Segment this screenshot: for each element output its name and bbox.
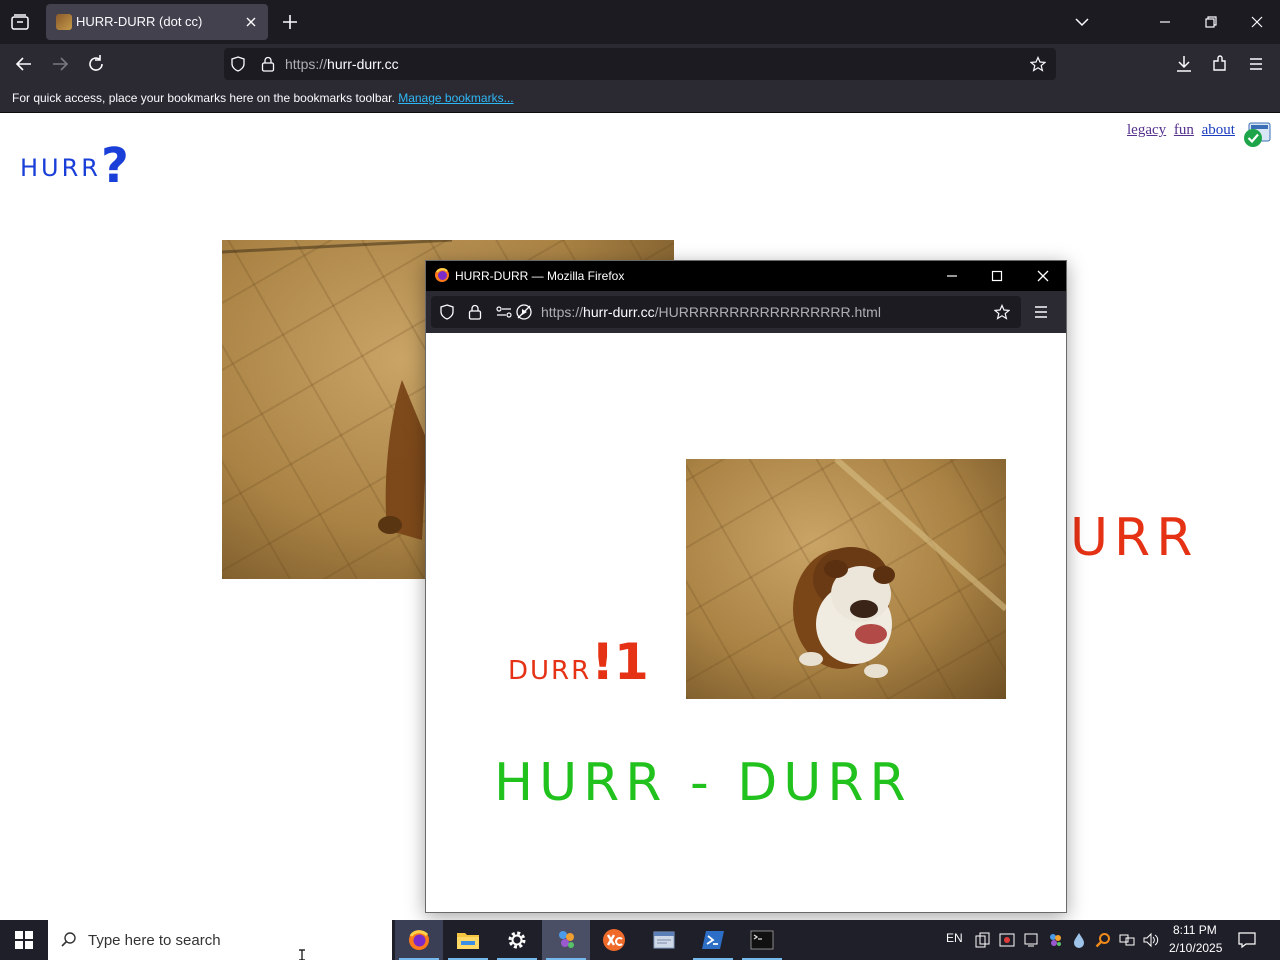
url-text[interactable]: https://hurr-durr.cc: [285, 56, 399, 72]
manage-bookmarks-link[interactable]: Manage bookmarks...: [398, 91, 513, 105]
bookmark-star-icon[interactable]: [1029, 56, 1047, 72]
permissions-icon[interactable]: [495, 304, 513, 320]
tab-title: HURR-DURR (dot cc): [76, 14, 203, 29]
bookmarks-hint: For quick access, place your bookmarks h…: [12, 91, 514, 105]
close-tab-icon[interactable]: [242, 13, 260, 31]
taskbar-settings-gear-icon[interactable]: [493, 920, 541, 960]
popup-url-bar[interactable]: https://hurr-durr.cc/HURRRRRRRRRRRRRRRRR…: [431, 296, 1021, 328]
text-cursor-icon: [298, 948, 306, 960]
tab-strip: HURR-DURR (dot cc): [0, 0, 1280, 44]
downloads-icon[interactable]: [1172, 52, 1196, 76]
taskbar-colorful-app-icon[interactable]: [542, 920, 590, 960]
tray-red-app-icon[interactable]: [999, 932, 1015, 948]
firefox-logo-icon: [434, 267, 450, 283]
hurr-durr-headline: HURR - DURR: [494, 753, 912, 813]
new-tab-button[interactable]: [278, 10, 302, 34]
browser-tab[interactable]: HURR-DURR (dot cc): [46, 4, 268, 40]
taskbar-powershell-icon[interactable]: [689, 920, 737, 960]
close-window-icon[interactable]: [1245, 10, 1269, 34]
volume-icon[interactable]: [1143, 932, 1159, 948]
popup-shield-icon[interactable]: [439, 304, 455, 320]
forward-arrow-icon[interactable]: [48, 52, 72, 76]
popup-lock-icon[interactable]: [467, 303, 483, 321]
back-arrow-icon[interactable]: [12, 52, 36, 76]
minimize-icon[interactable]: [1153, 10, 1177, 34]
top-nav-links: legacy fun about: [1127, 122, 1239, 139]
popup-url-text[interactable]: https://hurr-durr.cc/HURRRRRRRRRRRRRRRRR…: [541, 304, 881, 320]
restore-icon[interactable]: [1199, 10, 1223, 34]
windows-start-icon[interactable]: [0, 920, 48, 960]
taskbar: Type here to search EN 8:11 PM 2/10/2025: [0, 920, 1280, 960]
urr-text: URR: [1070, 508, 1199, 568]
durr-text: DURR!1: [508, 633, 649, 691]
search-placeholder: Type here to search: [88, 932, 221, 949]
legacy-link[interactable]: legacy: [1127, 122, 1166, 138]
clock-date[interactable]: 2/10/2025: [1169, 941, 1222, 955]
tab-list-button[interactable]: [8, 10, 32, 34]
bulldog-image: [686, 459, 1006, 699]
tray-colorful-icon[interactable]: [1047, 932, 1063, 948]
notifications-icon[interactable]: [1238, 931, 1256, 949]
taskbar-xe-app-icon[interactable]: [591, 920, 639, 960]
about-link[interactable]: about: [1202, 122, 1235, 138]
clock-time[interactable]: 8:11 PM: [1173, 923, 1217, 937]
dog-favicon-icon: [56, 14, 72, 30]
popup-minimize-icon[interactable]: [942, 266, 962, 286]
tray-orange-search-icon[interactable]: [1095, 932, 1111, 948]
fun-link[interactable]: fun: [1174, 122, 1194, 138]
url-bar[interactable]: https://hurr-durr.cc: [224, 48, 1056, 80]
taskbar-firefox-icon[interactable]: [395, 920, 443, 960]
popup-close-icon[interactable]: [1033, 266, 1053, 286]
popup-title: HURR-DURR — Mozilla Firefox: [455, 269, 625, 283]
taskbar-terminal-icon[interactable]: [738, 920, 786, 960]
popup-address-toolbar: https://hurr-durr.cc/HURRRRRRRRRRRRRRRRR…: [426, 291, 1066, 333]
popup-title-bar[interactable]: HURR-DURR — Mozilla Firefox: [426, 261, 1066, 291]
popup-window[interactable]: HURR-DURR — Mozilla Firefox https://hurr: [425, 260, 1067, 913]
input-language[interactable]: EN: [946, 931, 963, 945]
tray-droplet-icon[interactable]: [1071, 932, 1087, 948]
menu-hamburger-icon[interactable]: [1244, 52, 1268, 76]
lock-icon[interactable]: [260, 55, 276, 73]
autoplay-blocked-icon[interactable]: [515, 303, 533, 321]
navigation-toolbar: https://hurr-durr.cc: [0, 44, 1280, 84]
taskbar-window-app-icon[interactable]: [640, 920, 688, 960]
taskbar-file-explorer-icon[interactable]: [444, 920, 492, 960]
popup-menu-icon[interactable]: [1031, 303, 1051, 321]
popup-bookmark-star-icon[interactable]: [993, 304, 1011, 320]
reload-icon[interactable]: [84, 52, 108, 76]
extensions-icon[interactable]: [1208, 52, 1232, 76]
site-logo[interactable]: HURR?: [20, 132, 129, 194]
tracking-shield-icon[interactable]: [230, 56, 246, 72]
popup-page-content: DURR!1 HURR - DURR: [426, 333, 1066, 912]
search-icon: [60, 931, 78, 949]
list-all-tabs-chevron-icon[interactable]: [1070, 10, 1094, 34]
taskbar-search-box[interactable]: Type here to search: [48, 920, 392, 960]
bookmarks-toolbar: For quick access, place your bookmarks h…: [0, 84, 1280, 113]
tray-copy-icon[interactable]: [975, 932, 991, 948]
network-icon[interactable]: [1119, 932, 1135, 948]
verified-check-icon[interactable]: [1243, 122, 1271, 148]
tray-monitor-icon[interactable]: [1023, 932, 1039, 948]
popup-maximize-icon[interactable]: [987, 266, 1007, 286]
